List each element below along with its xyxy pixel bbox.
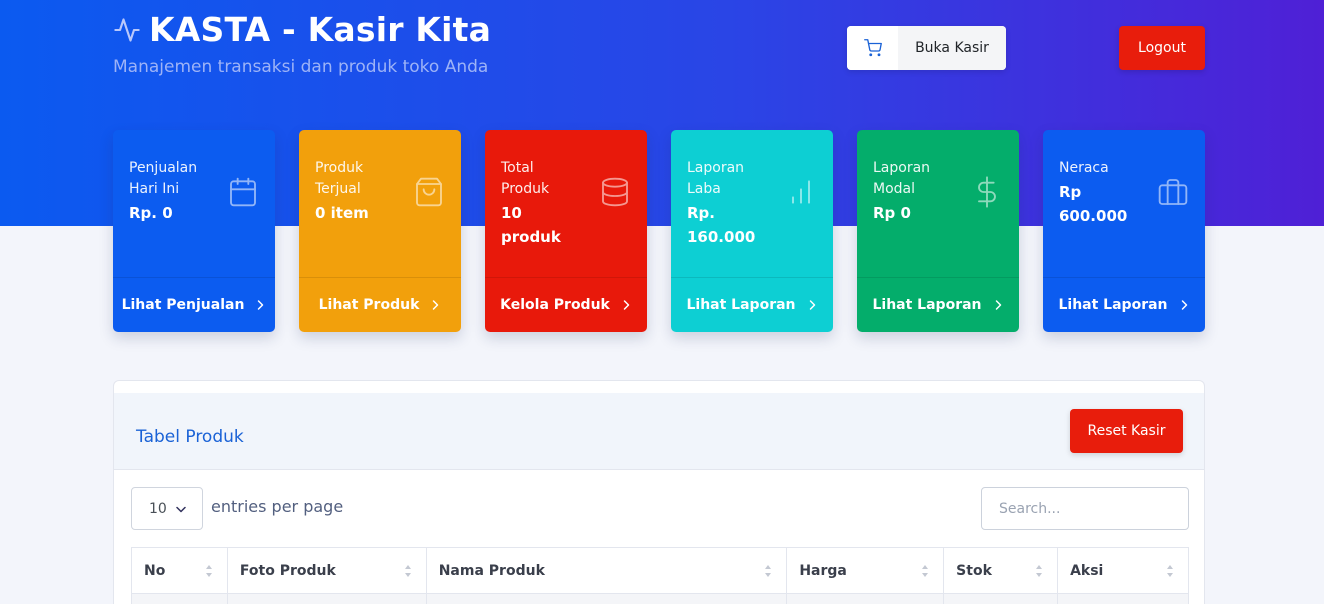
sort-icon bbox=[1167, 565, 1173, 577]
card-value: 10 produk bbox=[501, 204, 561, 246]
calendar-icon bbox=[230, 177, 256, 207]
sort-icon bbox=[404, 565, 411, 577]
app-title: KASTA - Kasir Kita bbox=[149, 10, 492, 49]
app-subtitle: Manajemen transaksi dan produk toko Anda bbox=[113, 57, 489, 77]
chevron-right-icon bbox=[1181, 300, 1187, 310]
card-link[interactable]: Lihat Laporan bbox=[857, 277, 1019, 332]
per-page-label: entries per page bbox=[211, 497, 344, 516]
panel-title: Tabel Produk bbox=[136, 427, 244, 447]
open-cashier-label: Buka Kasir bbox=[898, 26, 1006, 70]
card-link[interactable]: Lihat Laporan bbox=[671, 277, 833, 332]
reset-cashier-button[interactable]: Reset Kasir bbox=[1070, 409, 1183, 453]
table-row bbox=[131, 593, 1189, 604]
search-input[interactable] bbox=[981, 487, 1189, 530]
card-title: Penjualan Hari Ini bbox=[129, 160, 198, 197]
card-value: Rp 600.000 bbox=[1059, 183, 1128, 225]
column-header-no[interactable]: No bbox=[131, 547, 228, 594]
dollar-icon bbox=[978, 176, 996, 208]
card-link-label: Lihat Laporan bbox=[686, 297, 796, 313]
card-title: Total Produk bbox=[501, 160, 550, 197]
sort-icon bbox=[922, 565, 929, 577]
per-page-select[interactable]: 10 bbox=[131, 487, 203, 530]
column-header-nama-produk[interactable]: Nama Produk bbox=[425, 547, 788, 594]
card-value: Rp 0 bbox=[873, 204, 911, 222]
card-link[interactable]: Kelola Produk bbox=[485, 277, 647, 332]
card-title: Produk Terjual bbox=[315, 160, 364, 197]
shopping-bag-icon bbox=[416, 177, 442, 207]
brand: KASTA - Kasir Kita bbox=[113, 10, 491, 49]
card-value: 0 item bbox=[315, 204, 369, 222]
column-header-stok[interactable]: Stok bbox=[943, 547, 1059, 594]
card-laporan-modal: Laporan Modal Rp 0 Lihat Laporan bbox=[857, 130, 1019, 332]
card-title: Laporan Laba bbox=[687, 160, 745, 197]
database-icon bbox=[602, 177, 628, 207]
sort-icon bbox=[1036, 565, 1043, 577]
chevron-right-icon bbox=[809, 300, 815, 310]
column-header-foto-produk[interactable]: Foto Produk bbox=[226, 547, 427, 594]
card-link-label: Lihat Produk bbox=[318, 297, 420, 313]
product-table-panel: Tabel Produk Reset Kasir 10 entries per … bbox=[113, 380, 1205, 604]
card-link-label: Lihat Laporan bbox=[872, 297, 982, 313]
card-laporan-laba: Laporan Laba Rp. 160.000 Lihat Laporan bbox=[671, 130, 833, 332]
chevron-right-icon bbox=[623, 300, 630, 310]
card-title: Neraca bbox=[1059, 160, 1109, 176]
card-value: Rp. 160.000 bbox=[687, 204, 756, 246]
per-page-value: 10 bbox=[149, 500, 167, 517]
card-link-label: Lihat Penjualan bbox=[121, 297, 245, 313]
chevron-down-icon bbox=[176, 506, 186, 512]
card-total-produk: Total Produk 10 produk Kelola Produk bbox=[485, 130, 647, 332]
bar-chart-icon bbox=[792, 180, 810, 204]
card-penjualan: Penjualan Hari Ini Rp. 0 Lihat Penjualan bbox=[113, 130, 275, 332]
card-title: Laporan Modal bbox=[873, 160, 931, 197]
cart-icon bbox=[847, 26, 898, 70]
sort-icon bbox=[205, 565, 212, 577]
card-link[interactable]: Lihat Penjualan bbox=[113, 277, 275, 332]
open-cashier-button[interactable]: Buka Kasir bbox=[847, 26, 1006, 70]
briefcase-icon bbox=[1158, 179, 1188, 205]
logout-button[interactable]: Logout bbox=[1119, 26, 1205, 70]
panel-header: Tabel Produk Reset Kasir bbox=[114, 393, 1204, 470]
card-neraca: Neraca Rp 600.000 Lihat Laporan bbox=[1043, 130, 1205, 332]
card-value: Rp. 0 bbox=[129, 204, 173, 222]
sort-icon bbox=[765, 565, 772, 577]
card-link-label: Kelola Produk bbox=[500, 297, 610, 313]
card-produk-terjual: Produk Terjual 0 item Lihat Produk bbox=[299, 130, 461, 332]
column-header-harga[interactable]: Harga bbox=[786, 547, 945, 594]
card-link-label: Lihat Laporan bbox=[1058, 297, 1168, 313]
summary-cards: Penjualan Hari Ini Rp. 0 Lihat Penjualan… bbox=[113, 130, 1205, 332]
activity-icon bbox=[114, 17, 140, 42]
card-link[interactable]: Lihat Produk bbox=[299, 277, 461, 332]
column-header-aksi[interactable]: Aksi bbox=[1057, 547, 1189, 594]
product-table: No Foto Produk Nama Produk Harga Stok Ak… bbox=[131, 547, 1189, 604]
chevron-right-icon bbox=[258, 300, 264, 310]
chevron-right-icon bbox=[433, 300, 439, 310]
chevron-right-icon bbox=[995, 300, 1001, 310]
card-link[interactable]: Lihat Laporan bbox=[1043, 277, 1205, 332]
